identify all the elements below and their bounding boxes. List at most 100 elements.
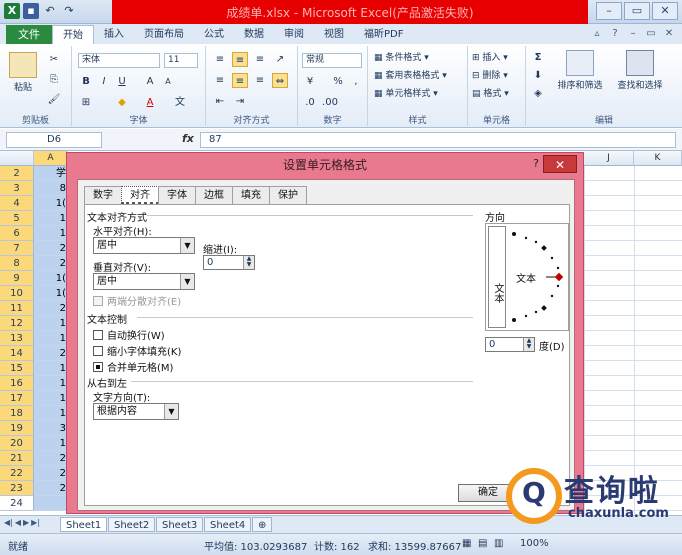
name-box[interactable]: D6 xyxy=(6,132,102,148)
row-header[interactable]: 8 xyxy=(0,256,34,271)
save-icon[interactable]: ▪ xyxy=(23,3,39,19)
tab-data[interactable]: 数据 xyxy=(234,25,274,44)
zoom-level[interactable]: 100% xyxy=(520,538,549,549)
undo-icon[interactable]: ↶ xyxy=(42,3,58,19)
row-header[interactable]: 11 xyxy=(0,301,34,316)
row-header[interactable]: 24 xyxy=(0,496,34,511)
decrease-indent-icon[interactable]: ⇤ xyxy=(212,94,228,109)
dtab-fill[interactable]: 填充 xyxy=(232,186,270,204)
align-right-icon[interactable]: ≡ xyxy=(252,73,268,88)
cell-a[interactable]: 1 xyxy=(34,331,68,346)
page-layout-view-icon[interactable]: ▤ xyxy=(478,538,487,549)
cell-a[interactable]: 学 xyxy=(34,166,68,181)
row-header[interactable]: 2 xyxy=(0,166,34,181)
doc-minimize-icon[interactable]: – xyxy=(626,27,640,41)
horizontal-align-select[interactable]: 居中 ▼ xyxy=(93,237,195,254)
format-as-table-button[interactable]: ▦ 套用表格格式 ▾ xyxy=(374,68,447,84)
shrink-font-button[interactable]: A xyxy=(160,74,176,89)
comma-button[interactable]: , xyxy=(348,74,364,89)
sheet-tab-2[interactable]: Sheet2 xyxy=(108,517,156,532)
dtab-number[interactable]: 数字 xyxy=(84,186,122,204)
column-header-a[interactable]: A xyxy=(34,151,68,166)
conditional-format-button[interactable]: ▦ 条件格式 ▾ xyxy=(374,50,429,66)
row-header[interactable]: 21 xyxy=(0,451,34,466)
text-direction-select[interactable]: 根据内容 ▼ xyxy=(93,403,179,420)
cell-a[interactable]: 3 xyxy=(34,421,68,436)
cut-icon[interactable]: ✂ xyxy=(46,52,62,67)
cell-a[interactable]: 1( xyxy=(34,196,68,211)
insert-function-icon[interactable]: fx xyxy=(182,132,194,145)
row-header[interactable]: 20 xyxy=(0,436,34,451)
format-cells-button[interactable]: ▤ 格式 ▾ xyxy=(472,86,509,102)
cell-a[interactable]: 2 xyxy=(34,346,68,361)
row-header[interactable]: 3 xyxy=(0,181,34,196)
indent-spinner[interactable]: 0 ▲ ▼ xyxy=(203,255,255,270)
row-header[interactable]: 22 xyxy=(0,466,34,481)
format-painter-icon[interactable]: 🖌 xyxy=(46,92,62,107)
row-header[interactable]: 13 xyxy=(0,331,34,346)
formula-input[interactable]: 87 xyxy=(200,132,676,148)
sheet-tab-1[interactable]: Sheet1 xyxy=(60,517,108,532)
bold-button[interactable]: B xyxy=(78,74,94,89)
tab-insert[interactable]: 插入 xyxy=(94,25,134,44)
percent-button[interactable]: % xyxy=(330,74,346,89)
tab-review[interactable]: 审阅 xyxy=(274,25,314,44)
fill-icon[interactable]: ⬇ xyxy=(530,68,546,83)
row-header[interactable]: 15 xyxy=(0,361,34,376)
tab-formulas[interactable]: 公式 xyxy=(194,25,234,44)
next-sheet-icon[interactable]: ▶ xyxy=(23,518,29,527)
phonetic-icon[interactable]: 文 xyxy=(172,95,188,110)
doc-close-icon[interactable]: ✕ xyxy=(662,27,676,41)
distributed-checkbox[interactable]: 两端分散对齐(E) xyxy=(93,293,181,308)
help-icon[interactable]: ? xyxy=(608,27,622,41)
merge-cells-checkbox[interactable]: 合并单元格(M) xyxy=(93,359,173,374)
orientation-icon[interactable]: ↗ xyxy=(272,52,288,67)
font-name-select[interactable]: 宋体 xyxy=(78,53,160,68)
align-middle-icon[interactable]: ≡ xyxy=(232,52,248,67)
font-size-select[interactable]: 11 xyxy=(164,53,198,68)
cell-a[interactable]: 1( xyxy=(34,286,68,301)
insert-sheet-icon[interactable]: ⊕ xyxy=(252,517,273,532)
cell-a[interactable]: 1 xyxy=(34,211,68,226)
spinner-arrows-icon[interactable]: ▲ ▼ xyxy=(243,256,254,269)
tab-page-layout[interactable]: 页面布局 xyxy=(134,25,194,44)
decrease-decimal-icon[interactable]: .00 xyxy=(322,95,338,110)
minimize-icon[interactable]: – xyxy=(596,2,622,20)
row-header[interactable]: 18 xyxy=(0,406,34,421)
prev-sheet-icon[interactable]: ◀ xyxy=(15,518,21,527)
row-header[interactable]: 19 xyxy=(0,421,34,436)
tab-view[interactable]: 视图 xyxy=(314,25,354,44)
cell-a[interactable]: 2 xyxy=(34,301,68,316)
copy-icon[interactable]: ⎘ xyxy=(46,72,62,87)
italic-button[interactable]: I xyxy=(96,74,112,89)
first-sheet-icon[interactable]: ◀| xyxy=(4,518,13,527)
paste-button[interactable]: 粘贴 xyxy=(8,52,38,93)
row-header[interactable]: 7 xyxy=(0,241,34,256)
redo-icon[interactable]: ↷ xyxy=(61,3,77,19)
row-header[interactable]: 14 xyxy=(0,346,34,361)
cell-a[interactable]: 1 xyxy=(34,436,68,451)
cell-a[interactable]: 1 xyxy=(34,361,68,376)
dtab-protection[interactable]: 保护 xyxy=(269,186,307,204)
find-select-button[interactable]: 查找和选择 xyxy=(612,50,668,91)
clear-icon[interactable]: ◈ xyxy=(530,86,546,101)
font-color-button[interactable]: A xyxy=(142,95,158,110)
excel-app-icon[interactable]: X xyxy=(4,3,20,19)
normal-view-icon[interactable]: ▦ xyxy=(462,538,471,549)
sort-filter-button[interactable]: 排序和筛选 xyxy=(552,50,608,91)
cell-a[interactable]: 1( xyxy=(34,271,68,286)
row-header[interactable]: 9 xyxy=(0,271,34,286)
wrap-text-checkbox[interactable]: 自动换行(W) xyxy=(93,327,165,342)
row-header[interactable]: 12 xyxy=(0,316,34,331)
increase-decimal-icon[interactable]: .0 xyxy=(302,95,318,110)
row-header[interactable]: 6 xyxy=(0,226,34,241)
border-icon[interactable]: ⊞ xyxy=(78,95,94,110)
row-header[interactable]: 4 xyxy=(0,196,34,211)
cell-a[interactable]: 2 xyxy=(34,451,68,466)
close-window-icon[interactable]: ✕ xyxy=(652,2,678,20)
delete-cells-button[interactable]: ⊟ 删除 ▾ xyxy=(472,68,508,84)
vertical-align-select[interactable]: 居中 ▼ xyxy=(93,273,195,290)
grow-font-button[interactable]: A xyxy=(142,74,158,89)
dialog-help-icon[interactable]: ? xyxy=(533,157,539,170)
dialog-close-button[interactable]: ✕ xyxy=(543,155,577,173)
